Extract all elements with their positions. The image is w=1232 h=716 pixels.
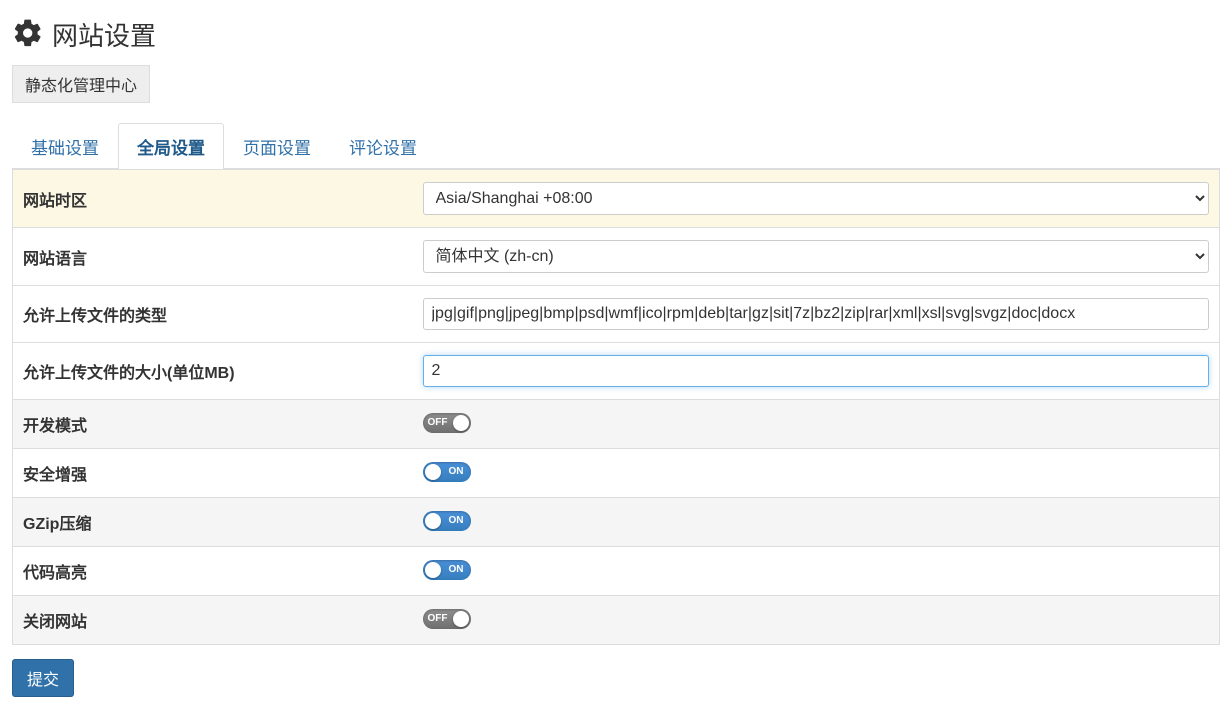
language-select[interactable]: 简体中文 (zh-cn) [423,240,1210,273]
row-upload-size: 允许上传文件的大小(单位MB) [13,343,1220,400]
timezone-select[interactable]: Asia/Shanghai +08:00 [423,182,1210,215]
tab-comment[interactable]: 评论设置 [330,123,436,169]
label-gzip: GZip压缩 [13,498,413,547]
label-language: 网站语言 [13,228,413,286]
toggle-knob [453,611,469,627]
label-highlight: 代码高亮 [13,547,413,596]
dev-mode-toggle[interactable]: OFF [423,413,471,433]
upload-types-input[interactable] [423,298,1210,330]
tab-page[interactable]: 页面设置 [224,123,330,169]
toggle-knob [425,513,441,529]
row-timezone: 网站时区 Asia/Shanghai +08:00 [13,170,1220,228]
tab-global[interactable]: 全局设置 [118,123,224,169]
row-close-site: 关闭网站 OFF [13,596,1220,645]
label-close-site: 关闭网站 [13,596,413,645]
gear-icon [12,17,44,52]
label-dev-mode: 开发模式 [13,400,413,449]
close-site-toggle[interactable]: OFF [423,609,471,629]
submit-button[interactable]: 提交 [12,659,74,697]
toggle-knob [425,562,441,578]
row-upload-types: 允许上传文件的类型 [13,286,1220,343]
page-header: 网站设置 [12,10,1220,63]
highlight-toggle[interactable]: ON [423,560,471,580]
label-upload-size: 允许上传文件的大小(单位MB) [13,343,413,400]
toggle-knob [453,415,469,431]
row-dev-mode: 开发模式 OFF [13,400,1220,449]
label-security: 安全增强 [13,449,413,498]
row-highlight: 代码高亮 ON [13,547,1220,596]
row-security: 安全增强 ON [13,449,1220,498]
tab-basic[interactable]: 基础设置 [12,123,118,169]
security-toggle[interactable]: ON [423,462,471,482]
row-gzip: GZip压缩 ON [13,498,1220,547]
page-title: 网站设置 [52,16,156,53]
label-timezone: 网站时区 [13,170,413,228]
static-management-button[interactable]: 静态化管理中心 [12,65,150,103]
upload-size-input[interactable] [423,355,1210,387]
gzip-toggle[interactable]: ON [423,511,471,531]
tabs: 基础设置 全局设置 页面设置 评论设置 [12,123,1220,169]
toggle-knob [425,464,441,480]
row-language: 网站语言 简体中文 (zh-cn) [13,228,1220,286]
label-upload-types: 允许上传文件的类型 [13,286,413,343]
settings-table: 网站时区 Asia/Shanghai +08:00 网站语言 简体中文 (zh-… [12,169,1220,645]
